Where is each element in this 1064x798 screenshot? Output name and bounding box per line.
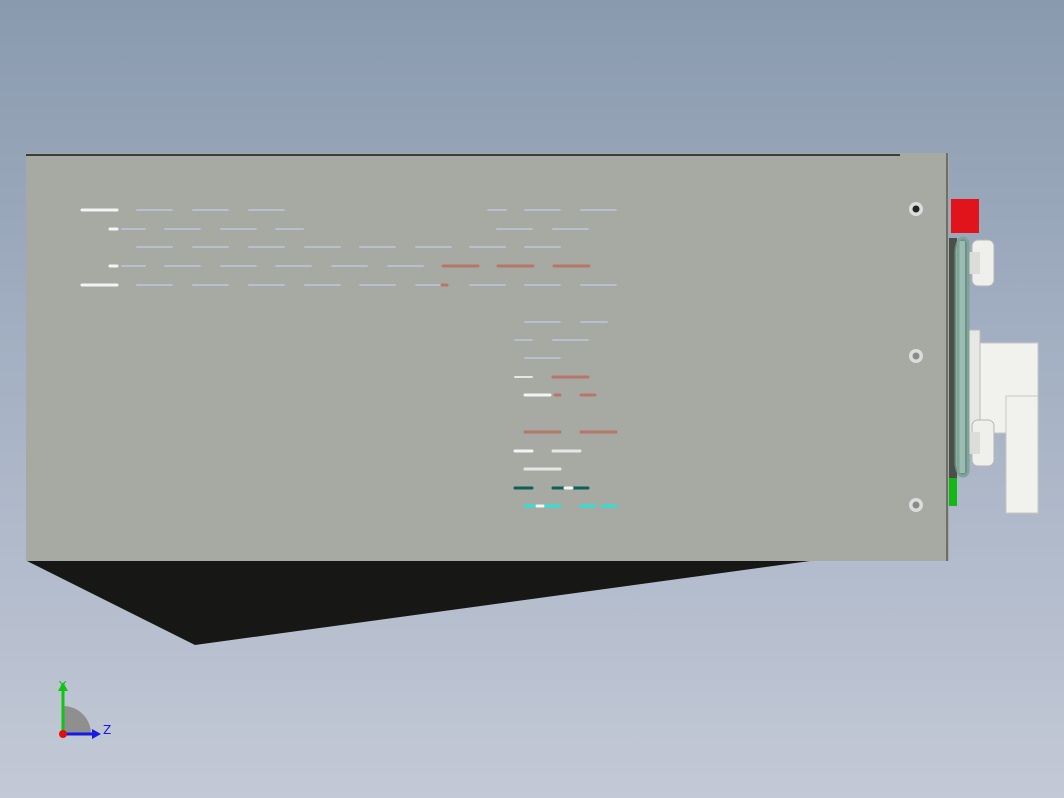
z-axis-label: Z — [103, 723, 111, 737]
screw-hole-top[interactable] — [909, 202, 923, 216]
coordinate-triad: Y Z — [58, 679, 111, 739]
screw-hole-bottom[interactable] — [909, 498, 923, 512]
cad-viewport[interactable] — [0, 0, 1064, 798]
screw-hole-middle[interactable] — [909, 349, 923, 363]
x-axis-dot — [59, 730, 67, 738]
red-block[interactable] — [951, 199, 979, 233]
switch-lever[interactable] — [1005, 395, 1039, 514]
bottom-shadow-face — [27, 561, 810, 645]
triad-quadrant — [63, 706, 91, 734]
side-panel[interactable] — [26, 153, 949, 561]
green-block[interactable] — [949, 478, 957, 506]
y-axis-label: Y — [58, 679, 67, 693]
z-arrow-icon — [92, 729, 101, 739]
